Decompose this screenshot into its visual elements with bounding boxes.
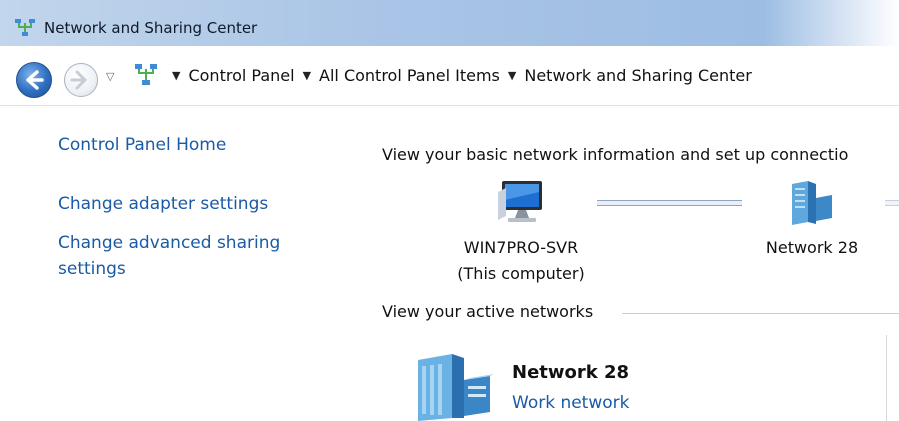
network-sharing-center-window: Network and Sharing Center ▽ ▼ Control Pa…: [0, 0, 899, 421]
forward-arrow-icon: [70, 70, 87, 90]
network-server-icon[interactable]: [786, 180, 838, 226]
active-network-type-link[interactable]: Work network: [512, 393, 630, 413]
breadcrumb-arrow-icon[interactable]: ▼: [508, 69, 516, 82]
sidebar-link-control-panel-home[interactable]: Control Panel Home: [58, 135, 226, 155]
breadcrumb: ▼ Control Panel ▼ All Control Panel Items ▼ N…: [172, 66, 760, 85]
breadcrumb-arrow-icon[interactable]: ▼: [303, 69, 311, 82]
computer-icon[interactable]: [496, 178, 548, 226]
connection-line: [597, 200, 742, 206]
control-panel-icon[interactable]: [134, 63, 158, 87]
sidebar-link-change-advanced-sharing-cont[interactable]: settings: [58, 259, 126, 279]
breadcrumb-network-center[interactable]: Network and Sharing Center: [524, 66, 751, 85]
active-network-name: Network 28: [512, 362, 630, 383]
history-dropdown-icon[interactable]: ▽: [106, 70, 114, 83]
network-name: Network 28: [765, 238, 859, 257]
back-arrow-icon: [26, 70, 44, 90]
breadcrumb-root-arrow-icon[interactable]: ▼: [172, 69, 180, 82]
active-networks-heading: View your active networks: [382, 302, 594, 321]
section-divider: [622, 313, 899, 314]
sidebar-link-change-adapter-settings[interactable]: Change adapter settings: [58, 194, 268, 214]
window-titlebar[interactable]: Network and Sharing Center: [0, 0, 899, 46]
computer-subtitle: (This computer): [457, 264, 585, 283]
back-button[interactable]: [16, 62, 52, 98]
connection-line-internet: [885, 200, 899, 206]
forward-button[interactable]: [64, 63, 98, 97]
active-network-icon[interactable]: [414, 352, 496, 421]
breadcrumb-control-panel[interactable]: Control Panel: [188, 66, 294, 85]
computer-name: WIN7PRO-SVR: [463, 238, 579, 257]
window-title: Network and Sharing Center: [44, 19, 258, 37]
page-heading: View your basic network information and …: [382, 145, 849, 164]
breadcrumb-all-items[interactable]: All Control Panel Items: [319, 66, 500, 85]
network-center-icon: [15, 19, 35, 36]
vertical-divider: [886, 335, 887, 421]
sidebar-link-change-advanced-sharing[interactable]: Change advanced sharing: [58, 233, 280, 253]
